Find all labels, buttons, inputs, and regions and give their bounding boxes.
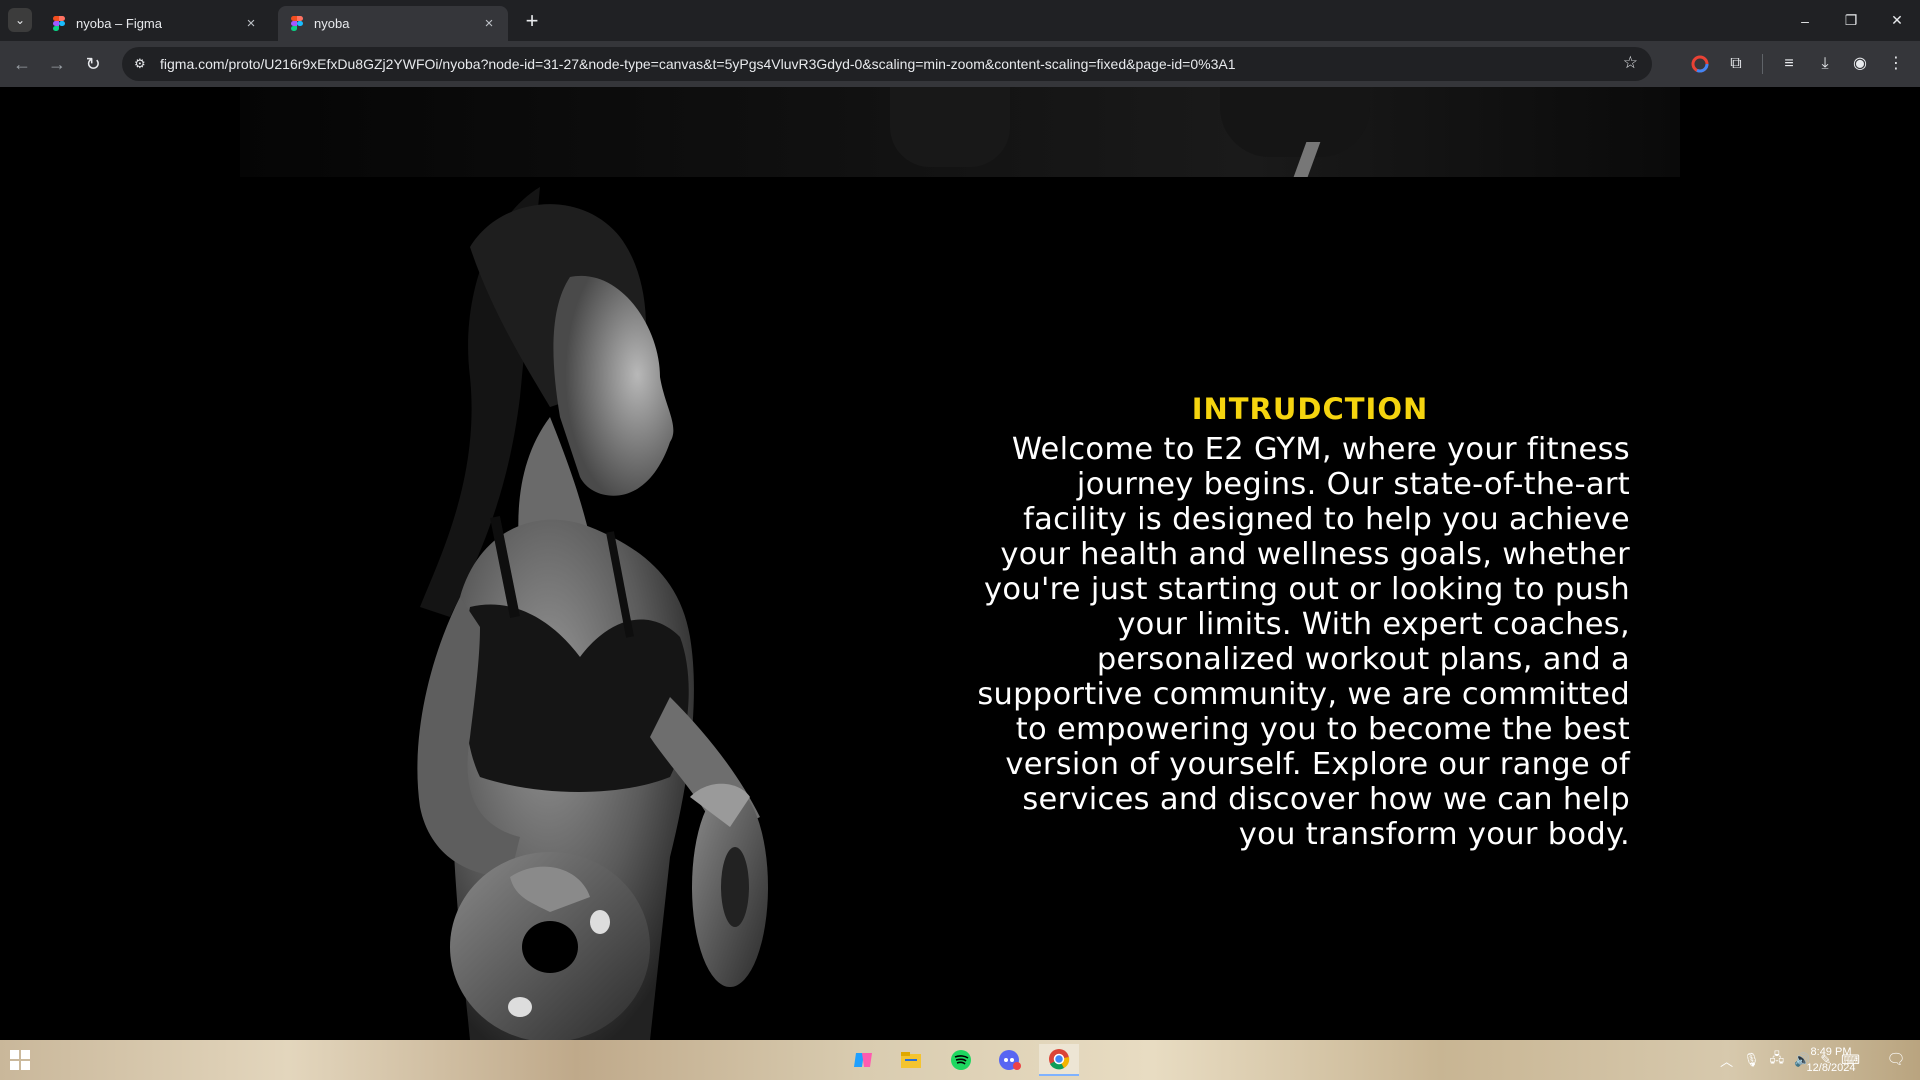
windows-start-icon[interactable] (10, 1050, 30, 1070)
profile-avatar-icon[interactable]: ◉ (1848, 52, 1872, 76)
forward-button[interactable]: → (45, 52, 69, 76)
close-icon[interactable]: × (480, 15, 498, 32)
tab-title: nyoba (314, 16, 350, 31)
minimize-button[interactable]: – (1782, 0, 1828, 41)
tab-nyoba[interactable]: nyoba × (278, 6, 508, 41)
restore-button[interactable]: ❐ (1828, 0, 1874, 41)
section-heading: INTRUDCTION (1191, 392, 1429, 426)
copilot-icon[interactable] (843, 1044, 883, 1076)
windows-taskbar: ︿ 🎙 🖧 🔊 ✎ ⌨ 8:49 PM 12/8/2024 🗨 (0, 1040, 1920, 1080)
notification-icon[interactable]: 🗨 (1886, 1050, 1906, 1070)
chevron-down-icon: ⌄ (14, 13, 26, 27)
introduction-section: INTRUDCTION Welcome to E2 GYM, where you… (970, 392, 1630, 852)
figma-icon (50, 15, 66, 32)
discord-icon[interactable] (990, 1044, 1030, 1076)
tab-search-button[interactable]: ⌄ (8, 8, 32, 32)
media-queue-icon[interactable]: ≡ (1777, 52, 1801, 76)
address-bar[interactable]: ⚙ figma.com/proto/U216r9xEfxDu8GZj2YWFOi… (122, 47, 1652, 81)
url-text[interactable]: figma.com/proto/U216r9xEfxDu8GZj2YWFOi/n… (160, 56, 1235, 72)
woman-with-weight-plates-image (320, 177, 890, 1040)
menu-kebab-icon[interactable]: ⋮ (1884, 52, 1908, 76)
figma-prototype-viewport: INTRUDCTION Welcome to E2 GYM, where you… (0, 87, 1920, 1040)
introduction-paragraph: Welcome to E2 GYM, where your fitness jo… (977, 432, 1630, 852)
show-hidden-icons-icon[interactable]: ︿ (1720, 1051, 1733, 1070)
microphone-icon[interactable]: 🎙 (1743, 1052, 1760, 1068)
taskbar-clock[interactable]: 8:49 PM 12/8/2024 (1796, 1044, 1866, 1076)
window-controls: – ❐ ✕ (1782, 0, 1920, 41)
extensions-puzzle-icon[interactable]: ⧉ (1724, 52, 1748, 76)
color-extension-icon[interactable] (1688, 52, 1712, 76)
reload-button[interactable]: ↻ (81, 52, 105, 76)
site-settings-icon[interactable]: ⚙ (134, 56, 150, 72)
new-tab-button[interactable]: + (520, 8, 544, 34)
spotify-icon[interactable] (941, 1044, 981, 1076)
file-explorer-icon[interactable] (891, 1044, 931, 1076)
chrome-icon[interactable] (1039, 1044, 1079, 1076)
gym-background-image-strip (240, 87, 1680, 177)
figma-icon (288, 15, 304, 32)
tab-figma[interactable]: nyoba – Figma × (40, 6, 270, 41)
toolbar-divider (1762, 54, 1763, 74)
close-icon[interactable]: × (242, 15, 260, 32)
tab-title: nyoba – Figma (76, 16, 162, 31)
download-icon[interactable]: ⤓ (1813, 52, 1837, 76)
bookmark-star-icon[interactable]: ☆ (1623, 53, 1638, 73)
back-button[interactable]: ← (10, 52, 34, 76)
clock-date: 12/8/2024 (1806, 1062, 1856, 1074)
browser-toolbar: ← → ↻ ⚙ figma.com/proto/U216r9xEfxDu8GZj… (0, 41, 1920, 87)
clock-time: 8:49 PM (1810, 1046, 1852, 1058)
browser-tab-bar: ⌄ nyoba – Figma × nyoba × + – ❐ ✕ (0, 0, 1920, 41)
close-window-button[interactable]: ✕ (1874, 0, 1920, 41)
network-icon[interactable]: 🖧 (1770, 1049, 1785, 1071)
